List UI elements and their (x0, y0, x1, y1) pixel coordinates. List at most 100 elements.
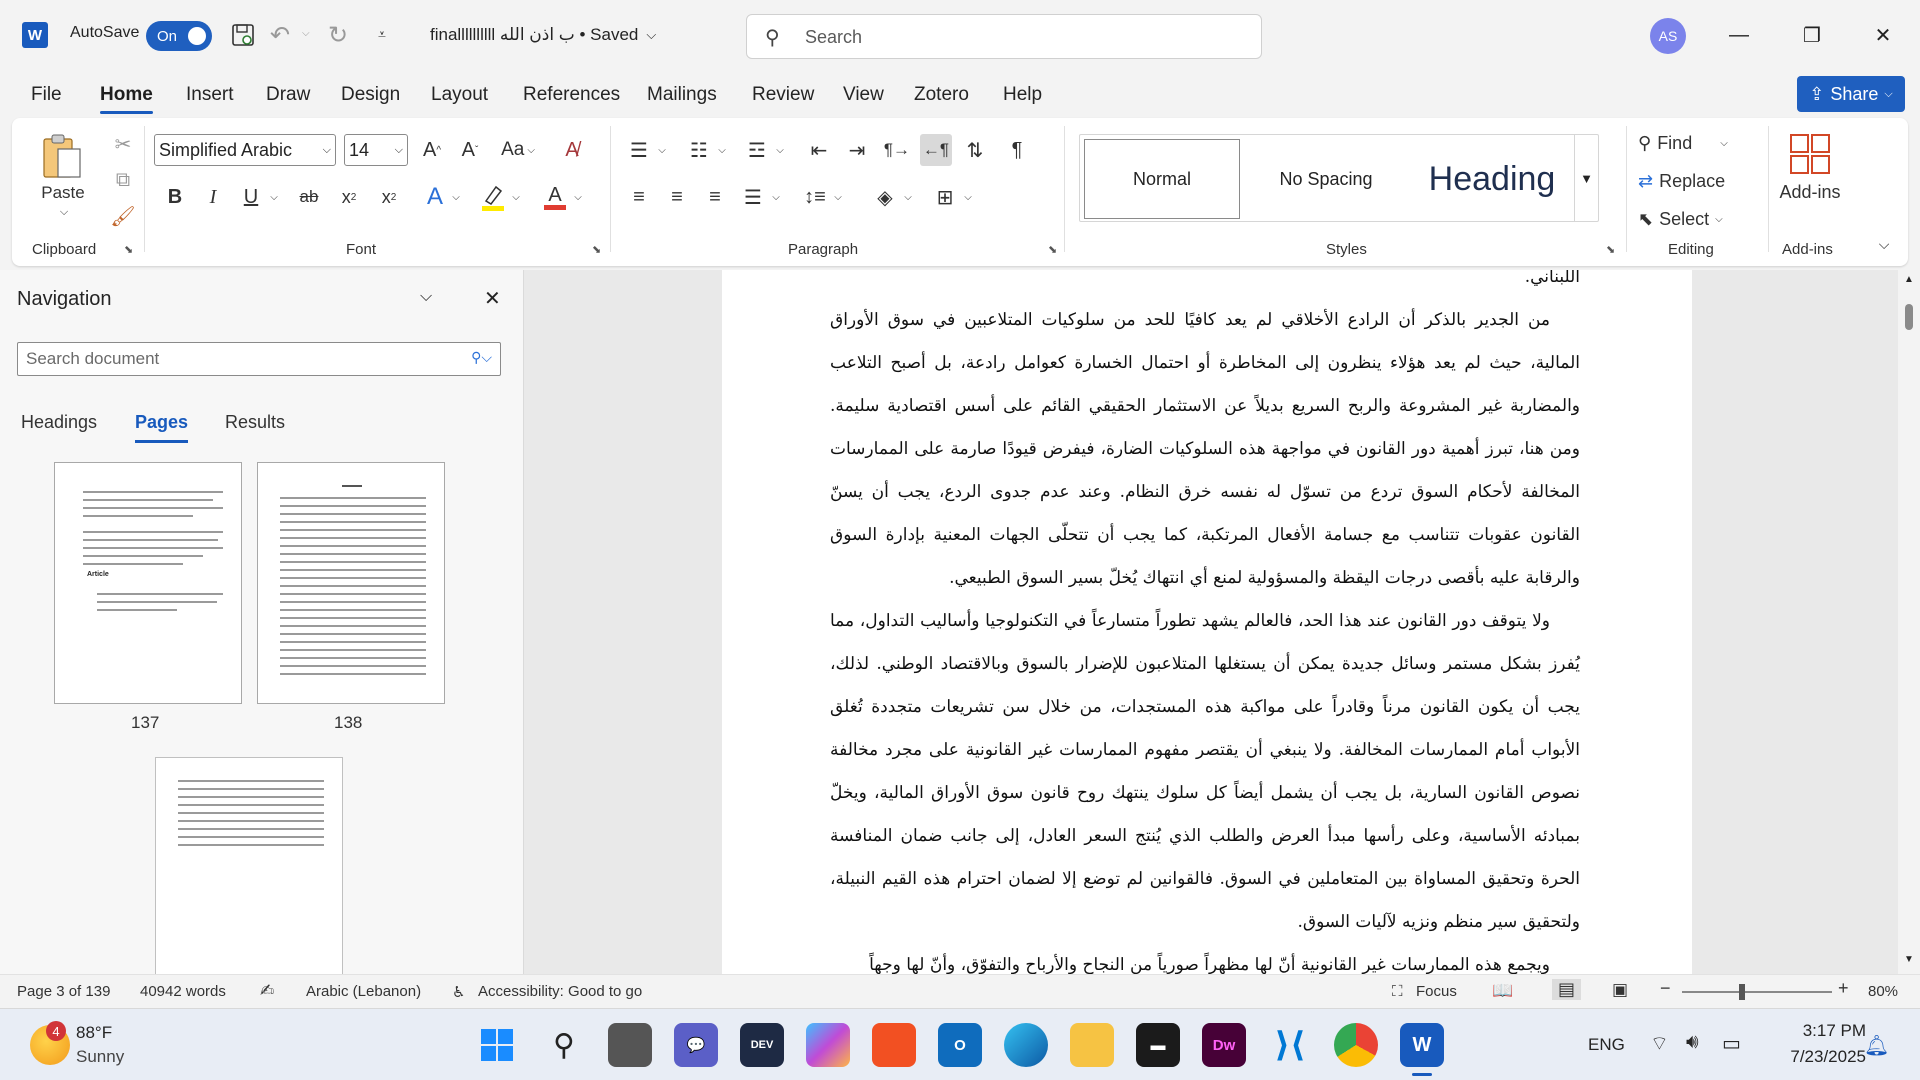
nav-search-input[interactable]: Search document ⚲⌵ (17, 342, 501, 376)
tab-view[interactable]: View (843, 84, 884, 106)
change-case-button[interactable]: Aa ⌵ (496, 134, 540, 166)
nav-search-icon[interactable]: ⚲⌵ (471, 349, 492, 366)
tab-insert[interactable]: Insert (186, 84, 234, 106)
paste-label[interactable]: Paste (38, 182, 88, 204)
grow-font-icon[interactable]: A ^ (416, 134, 448, 166)
shading-dropdown-icon[interactable]: ⌵ (900, 182, 916, 212)
copy-icon[interactable]: ⧉ (108, 166, 138, 194)
avatar[interactable]: AS (1650, 18, 1686, 54)
microsoft-store-icon[interactable] (872, 1023, 916, 1067)
styles-launcher-icon[interactable]: ⬊ (1606, 243, 1615, 256)
sort-icon[interactable]: ⇅ (960, 134, 990, 166)
volume-icon[interactable]: 🔊︎ (1686, 1031, 1699, 1054)
input-language[interactable]: ENG (1588, 1035, 1625, 1055)
tab-references[interactable]: References (523, 84, 620, 106)
bullets-dropdown-icon[interactable]: ⌵ (654, 134, 670, 166)
highlight-icon[interactable] (478, 182, 508, 212)
nav-close-icon[interactable]: ✕ (484, 286, 501, 311)
underline-dropdown-icon[interactable]: ⌵ (266, 182, 282, 212)
zoom-out-icon[interactable]: − (1660, 978, 1671, 999)
task-view-icon[interactable] (608, 1023, 652, 1067)
paragraph-launcher-icon[interactable]: ⬊ (1048, 243, 1057, 256)
search-taskbar-icon[interactable]: ⚲ (542, 1023, 586, 1067)
style-heading[interactable]: Heading (1410, 139, 1574, 219)
read-mode-icon[interactable]: 📖 (1492, 981, 1513, 1001)
language-indicator[interactable]: Arabic (Lebanon) (306, 983, 421, 1000)
clear-formatting-icon[interactable]: A̸ (556, 134, 588, 166)
focus-button[interactable]: Focus (1416, 983, 1457, 1000)
page-thumbnail[interactable] (257, 462, 445, 704)
zoom-slider[interactable] (1682, 984, 1832, 1000)
styles-more-icon[interactable]: ▼ (1574, 135, 1598, 221)
bullets-icon[interactable]: ☰ (624, 134, 654, 166)
line-spacing-dropdown-icon[interactable]: ⌵ (830, 182, 846, 212)
paste-dropdown-icon[interactable]: ⌵ (54, 204, 74, 220)
undo-icon[interactable]: ↶ (270, 22, 296, 49)
search-input[interactable]: ⚲ Search (746, 14, 1262, 59)
redo-icon[interactable]: ↻ (328, 22, 354, 49)
zoom-level[interactable]: 80% (1868, 983, 1898, 1000)
scroll-down-icon[interactable]: ▼ (1904, 954, 1914, 965)
accessibility-status[interactable]: Accessibility: Good to go (478, 983, 642, 1000)
rtl-paragraph-icon[interactable]: ←¶ (920, 134, 952, 166)
find-button[interactable]: ⚲ Find ⌵ (1638, 128, 1758, 158)
numbering-icon[interactable]: ☷ (684, 134, 714, 166)
proofing-icon[interactable]: ✍ (260, 981, 274, 1001)
align-center-icon[interactable]: ≡ (662, 182, 692, 212)
customize-qat-icon[interactable]: ⩡ (378, 26, 386, 43)
strikethrough-icon[interactable]: ab (294, 182, 324, 212)
vscode-icon[interactable]: ⟩⟨ (1268, 1023, 1312, 1067)
nav-options-icon[interactable]: ⌵ (420, 288, 432, 306)
tab-home[interactable]: Home (100, 84, 153, 114)
close-icon[interactable]: ✕ (1868, 20, 1898, 50)
show-formatting-icon[interactable]: ¶ (1002, 134, 1032, 166)
word-count[interactable]: 40942 words (140, 983, 226, 1000)
edge-icon[interactable] (1004, 1023, 1048, 1067)
justify-dropdown-icon[interactable]: ⌵ (768, 182, 784, 212)
tab-layout[interactable]: Layout (431, 84, 488, 106)
collapse-ribbon-icon[interactable]: ⌵ (1874, 234, 1894, 254)
underline-icon[interactable]: U (236, 182, 266, 212)
cut-icon[interactable]: ✂ (108, 130, 138, 158)
ltr-paragraph-icon[interactable]: ¶→ (882, 134, 912, 166)
chrome-icon[interactable] (1334, 1023, 1378, 1067)
tab-design[interactable]: Design (341, 84, 400, 106)
start-icon[interactable] (475, 1023, 519, 1067)
style-normal[interactable]: Normal (1084, 139, 1240, 219)
share-button[interactable]: ⇪ Share ⌵ (1797, 76, 1905, 112)
copilot-icon[interactable] (806, 1023, 850, 1067)
nav-tab-results[interactable]: Results (225, 412, 285, 433)
shrink-font-icon[interactable]: Aˇ (454, 134, 486, 166)
justify-icon[interactable]: ☰ (738, 182, 768, 212)
text-effects-dropdown-icon[interactable]: ⌵ (448, 182, 464, 212)
dreamweaver-icon[interactable]: Dw (1202, 1023, 1246, 1067)
print-layout-icon[interactable]: ▤ (1552, 979, 1582, 1000)
borders-icon[interactable]: ⊞ (930, 182, 960, 212)
decrease-indent-icon[interactable]: ⇤ (804, 134, 834, 166)
save-icon[interactable] (230, 22, 256, 48)
font-size-select[interactable]: 14 ⌵ (344, 134, 408, 166)
word-taskbar-icon[interactable]: W (1400, 1023, 1444, 1067)
format-painter-icon[interactable]: 🖌 (108, 202, 138, 230)
scroll-up-icon[interactable]: ▲ (1904, 274, 1914, 285)
zoom-in-icon[interactable]: + (1838, 978, 1849, 999)
highlight-dropdown-icon[interactable]: ⌵ (508, 182, 524, 212)
web-layout-icon[interactable]: ▣ (1612, 980, 1628, 1000)
teams-chat-icon[interactable]: 💬 (674, 1023, 718, 1067)
weather-desc[interactable]: Sunny (76, 1047, 124, 1067)
paste-icon[interactable] (38, 130, 86, 182)
outlook-icon[interactable]: O (938, 1023, 982, 1067)
align-left-icon[interactable]: ≡ (624, 182, 654, 212)
tab-draw[interactable]: Draw (266, 84, 310, 106)
multilevel-list-icon[interactable]: ☲ (742, 134, 772, 166)
restore-icon[interactable]: ❐ (1797, 20, 1827, 50)
add-ins-icon[interactable] (1786, 130, 1834, 178)
text-effects-icon[interactable]: A (420, 182, 450, 212)
subscript-icon[interactable]: x2 (334, 182, 364, 212)
clipboard-launcher-icon[interactable]: ⬊ (124, 243, 133, 256)
scroll-thumb[interactable] (1905, 304, 1913, 330)
page-thumbnail[interactable]: Article (54, 462, 242, 704)
add-ins-label[interactable]: Add-ins (1774, 180, 1846, 204)
font-color-dropdown-icon[interactable]: ⌵ (570, 182, 586, 212)
tab-review[interactable]: Review (752, 84, 814, 106)
